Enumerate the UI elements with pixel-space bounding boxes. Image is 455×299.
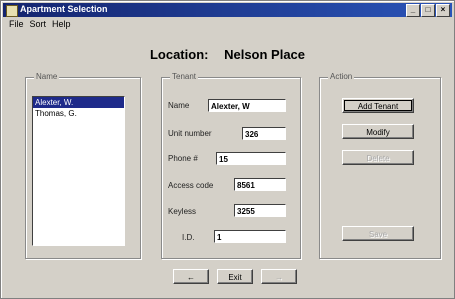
action-group-legend: Action: [328, 72, 355, 81]
modify-button[interactable]: Modify: [342, 124, 414, 139]
exit-button[interactable]: Exit: [217, 269, 253, 284]
delete-button[interactable]: Delete: [342, 150, 414, 165]
menu-sort[interactable]: Sort: [30, 19, 47, 31]
access-code-field[interactable]: 8561: [234, 178, 286, 191]
menu-file[interactable]: File: [9, 19, 24, 31]
title-bar[interactable]: Apartment Selection _ □ ×: [3, 3, 452, 17]
id-label: I.D.: [182, 233, 195, 242]
access-code-label: Access code: [168, 181, 214, 190]
forward-button[interactable]: →: [261, 269, 297, 284]
list-item[interactable]: Alexter, W.: [33, 97, 124, 108]
name-field[interactable]: Alexter, W: [208, 99, 286, 112]
phone-field[interactable]: 15: [216, 152, 286, 165]
location-value: Nelson Place: [224, 47, 306, 62]
window-title: Apartment Selection: [20, 4, 108, 14]
save-button[interactable]: Save: [342, 226, 414, 241]
unit-number-field[interactable]: 326: [242, 127, 286, 140]
location-heading: Location: Nelson Place: [1, 47, 454, 62]
location-label: Location:: [149, 47, 209, 62]
id-field[interactable]: 1: [214, 230, 286, 243]
close-button[interactable]: ×: [436, 4, 450, 17]
list-item[interactable]: Thomas, G.: [33, 108, 124, 119]
tenant-group: Tenant Name Alexter, W Unit number 326 P…: [161, 72, 301, 259]
maximize-button[interactable]: □: [421, 4, 435, 17]
name-group-legend: Name: [34, 72, 60, 81]
add-tenant-button[interactable]: Add Tenant: [342, 98, 414, 113]
app-window: Apartment Selection _ □ × File Sort Help…: [0, 0, 455, 299]
menu-bar: File Sort Help: [3, 19, 71, 31]
keyless-field[interactable]: 3255: [234, 204, 286, 217]
minimize-button[interactable]: _: [406, 4, 420, 17]
unit-number-label: Unit number: [168, 129, 212, 138]
menu-help[interactable]: Help: [52, 19, 71, 31]
name-field-label: Name: [168, 101, 190, 110]
tenant-listbox[interactable]: Alexter, W. Thomas, G.: [32, 96, 125, 246]
keyless-label: Keyless: [168, 207, 197, 216]
app-icon: [6, 5, 18, 17]
name-group: Name Alexter, W. Thomas, G.: [25, 72, 141, 259]
action-group: Action Add Tenant Modify Delete Save: [319, 72, 441, 259]
tenant-group-legend: Tenant: [170, 72, 199, 81]
phone-label: Phone #: [168, 154, 198, 163]
back-button[interactable]: ←: [173, 269, 209, 284]
